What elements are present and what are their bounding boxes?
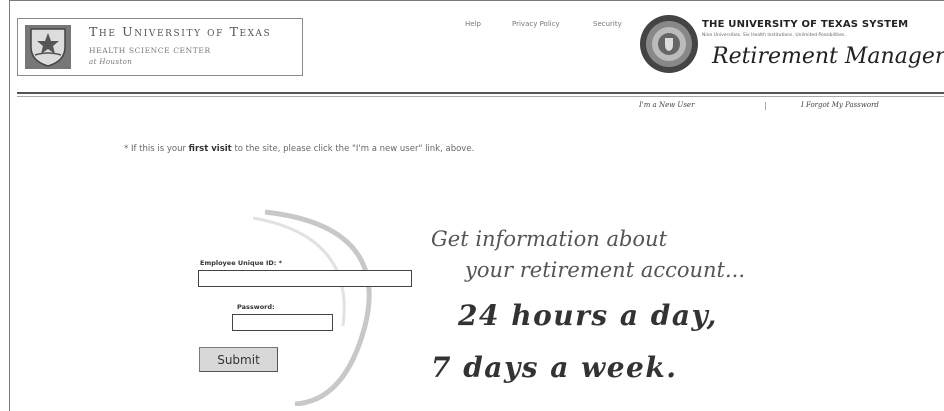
note-suffix: to the site, please click the "I'm a new…: [231, 144, 475, 154]
employee-id-input[interactable]: [198, 270, 412, 287]
slogan-line-1: Get information about: [431, 227, 668, 251]
password-label: Password:: [237, 303, 275, 311]
university-title: The University of Texas: [89, 24, 272, 39]
employee-id-label: Employee Unique ID: *: [200, 259, 283, 267]
first-visit-note: * If this is your first visit to the sit…: [124, 144, 474, 154]
decorative-swoosh: [252, 209, 372, 406]
university-location: at Houston: [89, 58, 133, 66]
security-link[interactable]: Security: [593, 20, 622, 28]
header-rule-thin: [17, 96, 944, 97]
ut-system-seal-icon: [640, 15, 698, 73]
link-separator: |: [764, 101, 767, 110]
app-title: Retirement Manager: [712, 44, 944, 69]
uth-logo[interactable]: The University of Texas Health Science C…: [17, 18, 303, 76]
shield-icon: [25, 25, 71, 69]
privacy-policy-link[interactable]: Privacy Policy: [512, 20, 560, 28]
slogan-line-4: 7 days a week.: [431, 351, 678, 384]
new-user-link[interactable]: I'm a New User: [639, 101, 694, 109]
system-title: THE UNIVERSITY OF TEXAS SYSTEM: [702, 19, 909, 30]
slogan-line-2: your retirement account...: [465, 258, 746, 282]
password-input[interactable]: [232, 314, 333, 331]
help-link[interactable]: Help: [465, 20, 481, 28]
system-tagline: Nine Universities. Six Health Institutio…: [702, 33, 846, 38]
university-subtitle: Health Science Center: [89, 46, 211, 55]
note-prefix: * If this is your: [124, 144, 189, 154]
note-emphasis: first visit: [188, 144, 232, 154]
slogan-line-3: 24 hours a day,: [458, 299, 718, 332]
header-rule: [17, 92, 944, 94]
forgot-password-link[interactable]: I Forgot My Password: [801, 101, 879, 109]
submit-button[interactable]: Submit: [199, 347, 278, 372]
